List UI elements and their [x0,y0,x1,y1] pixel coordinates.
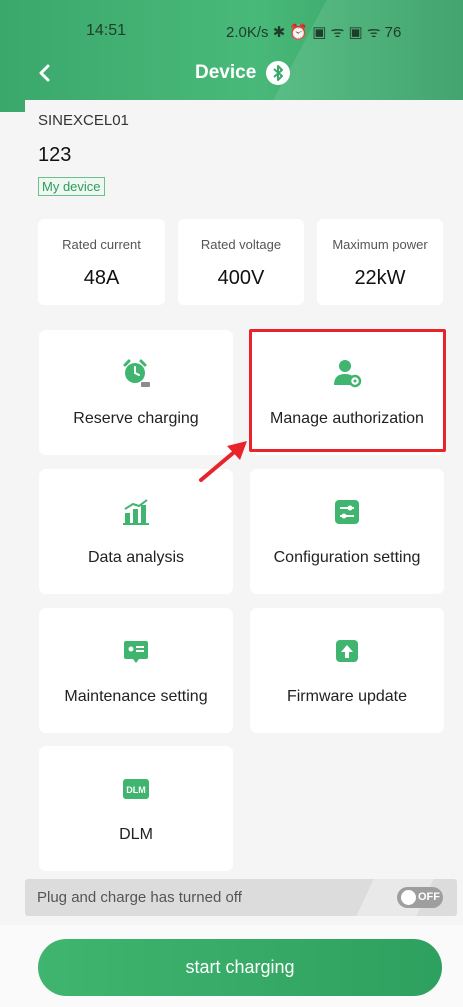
start-charging-button[interactable]: start charging [38,939,442,996]
spec-card-rated-voltage: Rated voltage 400V [178,219,304,305]
configuration-setting-button[interactable]: Configuration setting [250,469,444,594]
maintenance-card-icon [121,636,151,666]
sliders-icon [332,497,362,527]
plug-and-charge-toggle[interactable]: OFF [397,887,443,908]
app-header: 14:51 2.0K/s ✱ ⏰ ▣ ᯤ ▣ ᯤ 76 Device [0,0,463,112]
function-label: Configuration setting [273,549,421,566]
spec-value: 22kW [354,267,406,289]
spec-label: Rated voltage [200,237,282,252]
plug-and-charge-bar: Plug and charge has turned off OFF [25,879,457,916]
annotation-arrow-icon [199,441,247,482]
upload-arrow-icon [332,636,362,666]
svg-text:DLM: DLM [126,785,146,795]
page-title: Device [195,62,257,83]
my-device-badge: My device [38,177,105,196]
dlm-icon: DLM [121,774,151,804]
function-label: DLM [119,826,153,843]
function-label: Manage authorization [270,410,424,427]
dlm-button[interactable]: DLM DLM [39,746,233,871]
toggle-knob [401,890,416,905]
back-chevron-icon[interactable] [30,58,60,88]
maintenance-setting-button[interactable]: Maintenance setting [39,608,233,733]
alarm-clock-icon [121,358,151,388]
status-indicators: 2.0K/s ✱ ⏰ ▣ ᯤ ▣ ᯤ 76 [226,24,402,41]
function-label: Reserve charging [73,410,199,427]
spec-label: Maximum power [332,237,428,252]
spec-value: 400V [217,267,265,289]
manage-authorization-button[interactable]: Manage authorization [250,330,444,455]
function-label: Maintenance setting [64,688,208,705]
status-time: 14:51 [86,22,127,39]
plug-and-charge-status: Plug and charge has turned off [37,889,242,906]
bar-chart-icon [121,497,151,527]
toggle-label: OFF [418,891,440,903]
nav-bar: Device [0,52,463,98]
spec-card-maximum-power: Maximum power 22kW [317,219,443,305]
firmware-update-button[interactable]: Firmware update [250,608,444,733]
spec-value: 48A [83,267,120,289]
function-label: Data analysis [87,549,185,566]
device-content: SINEXCEL01 123 My device Rated current 4… [25,100,463,920]
bottom-action-area: start charging [0,925,463,1007]
data-analysis-button[interactable]: Data analysis [39,469,233,594]
spec-label: Rated current [62,237,141,252]
status-bar: 14:51 2.0K/s ✱ ⏰ ▣ ᯤ ▣ ᯤ 76 [0,0,463,52]
spec-card-rated-current: Rated current 48A [38,219,165,305]
function-label: Firmware update [286,688,408,705]
bluetooth-icon [266,61,290,85]
device-id: 123 [38,144,72,166]
device-name: SINEXCEL01 [38,112,129,129]
user-settings-icon [332,358,362,388]
